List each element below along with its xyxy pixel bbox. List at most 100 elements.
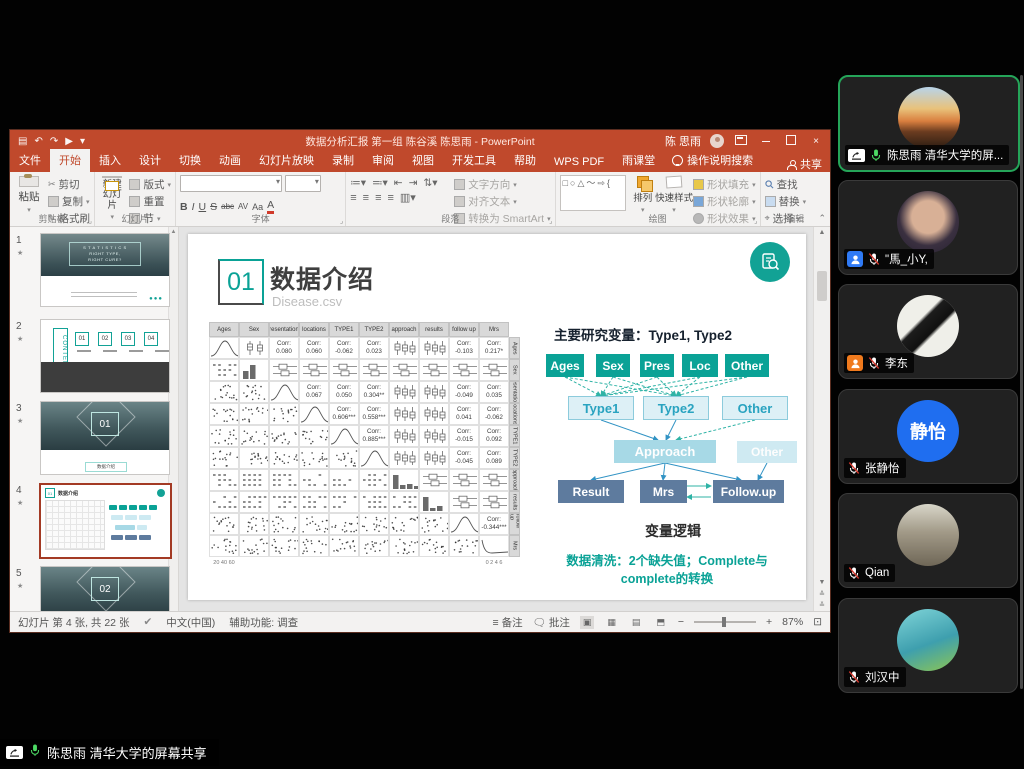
ribbon-tab-幻灯片放映[interactable]: 幻灯片放映 <box>250 149 323 172</box>
account-avatar[interactable] <box>710 134 724 148</box>
font-style-button-I[interactable]: I <box>192 201 195 213</box>
ribbon-tab-录制[interactable]: 录制 <box>323 149 363 172</box>
font-style-button-Aa[interactable]: Aa <box>252 202 263 212</box>
ribbon-tab-插入[interactable]: 插入 <box>90 149 130 172</box>
undo-icon[interactable]: ↶ <box>34 136 42 147</box>
zoom-in-icon[interactable]: + <box>766 616 772 628</box>
bullets-icon[interactable]: ≔▾ <box>350 177 366 189</box>
close-icon[interactable]: × <box>808 136 824 147</box>
fit-to-window-icon[interactable]: ⊡ <box>813 616 822 628</box>
font-style-button-abc[interactable]: abc <box>221 202 234 211</box>
ribbon-tab-动画[interactable]: 动画 <box>210 149 250 172</box>
zoom-out-icon[interactable]: − <box>678 616 684 628</box>
reset-button[interactable]: 重置 <box>129 194 171 209</box>
align-center-icon[interactable]: ≡ <box>363 192 369 204</box>
slide-thumbnail-3[interactable]: 01数据介绍 <box>40 401 170 475</box>
font-style-button-S[interactable]: S <box>210 201 217 213</box>
copy-button[interactable]: 复制▾ <box>48 194 90 209</box>
dialog-launcher-icon[interactable]: ⌟ <box>754 217 757 225</box>
slide-thumbnail-4[interactable]: 01数据介绍 <box>39 483 172 559</box>
indent-icon[interactable]: ⇥ <box>409 177 418 189</box>
slideshow-icon[interactable]: ▶ <box>65 136 73 147</box>
slide-thumbnail-2[interactable]: CONTENTS01020304 <box>40 319 170 393</box>
replace-button[interactable]: 替换▾ <box>765 194 807 209</box>
previous-slide-icon[interactable]: ≙ <box>814 590 830 598</box>
shape-fill-button[interactable]: 形状填充▾ <box>693 177 756 192</box>
sidebar-scrollbar[interactable] <box>1020 75 1023 689</box>
dialog-launcher-icon[interactable]: ⌟ <box>340 217 343 225</box>
normal-view-icon[interactable]: ▣ <box>580 616 595 629</box>
ribbon-tab-开始[interactable]: 开始 <box>50 149 90 172</box>
notes-button[interactable]: ≡ 备注 <box>493 615 523 630</box>
align-text-button[interactable]: 对齐文本▾ <box>454 194 550 209</box>
ribbon-tab-开发工具[interactable]: 开发工具 <box>443 149 505 172</box>
numbering-icon[interactable]: ≕▾ <box>372 177 388 189</box>
qat-customize-icon[interactable]: ▾ <box>80 136 85 147</box>
zoom-slider[interactable] <box>694 621 756 623</box>
share-button[interactable]: 共享 <box>787 156 822 172</box>
shapes-gallery[interactable]: □○△〜⇨{ <box>560 175 627 211</box>
new-slide-button[interactable]: 新建幻灯片▾ <box>99 175 125 214</box>
collapse-ribbon-icon[interactable]: ⌃ <box>818 213 826 224</box>
ribbon-display-icon[interactable] <box>733 135 749 148</box>
font-name-combobox[interactable] <box>180 175 282 192</box>
scroll-down-icon[interactable]: ▼ <box>814 579 830 586</box>
scrollbar-thumb[interactable] <box>817 271 827 301</box>
participant-tile-6[interactable]: 刘汉中 <box>838 598 1018 693</box>
font-style-button-B[interactable]: B <box>180 201 188 213</box>
columns-icon[interactable]: ▥▾ <box>400 191 416 204</box>
slide-thumbnail-1[interactable]: S T A T I S T I C SRIGHT TYPE,RIGHT CURE… <box>40 233 170 307</box>
quick-styles-button[interactable]: 快速样式▾ <box>659 175 689 214</box>
list-and-indent-buttons[interactable]: ≔▾ ≕▾ ⇤ ⇥ ⇅▾ <box>350 177 450 189</box>
align-left-icon[interactable]: ≡ <box>350 192 356 204</box>
line-spacing-icon[interactable]: ⇅▾ <box>423 177 437 189</box>
dialog-launcher-icon[interactable]: ⌟ <box>549 217 552 225</box>
ribbon-tab-切换[interactable]: 切换 <box>170 149 210 172</box>
language-indicator[interactable]: 中文(中国) <box>166 615 215 630</box>
comments-button[interactable]: 🗨 批注 <box>533 615 570 630</box>
tell-me-search[interactable]: 操作说明搜索 <box>664 152 761 172</box>
save-icon[interactable]: ▤ <box>18 136 27 147</box>
participant-tile-3[interactable]: 李东 <box>838 284 1018 379</box>
redo-icon[interactable]: ↷ <box>50 136 58 147</box>
slideshow-view-icon[interactable]: ⬒ <box>653 616 668 629</box>
font-style-button-AV[interactable]: AV <box>238 202 248 211</box>
alignment-buttons[interactable]: ≡ ≡ ≡ ≡ ▥▾ <box>350 191 450 204</box>
participant-tile-2[interactable]: "馬_小Y, <box>838 180 1018 275</box>
ribbon-tab-雨课堂[interactable]: 雨课堂 <box>613 149 664 172</box>
zoom-slider-thumb[interactable] <box>722 617 726 627</box>
ribbon-tab-WPS PDF[interactable]: WPS PDF <box>545 153 613 172</box>
ribbon-tab-文件[interactable]: 文件 <box>10 149 50 172</box>
participant-tile-5[interactable]: Qian <box>838 493 1018 588</box>
ribbon-tab-帮助[interactable]: 帮助 <box>505 149 545 172</box>
find-button[interactable]: 查找 <box>765 177 807 192</box>
paste-button[interactable]: 粘贴▾ <box>14 175 44 214</box>
spellcheck-icon[interactable]: ✔ <box>143 616 152 628</box>
scroll-up-icon[interactable]: ▲ <box>814 229 830 236</box>
slide-scrollbar[interactable]: ▲ ▼ ≙ ≚ <box>813 227 830 612</box>
dialog-launcher-icon[interactable]: ⌟ <box>89 217 92 225</box>
arrange-button[interactable]: 排列▾ <box>630 175 655 214</box>
font-style-button-U[interactable]: U <box>199 201 207 213</box>
ribbon-tab-设计[interactable]: 设计 <box>130 149 170 172</box>
align-right-icon[interactable]: ≡ <box>375 192 381 204</box>
ribbon-tab-视图[interactable]: 视图 <box>403 149 443 172</box>
slide-thumbnail-5[interactable]: 02分类方法 的模型分析 <box>40 566 170 612</box>
participant-tile-1[interactable]: 陈思雨 清华大学的屏... <box>838 75 1020 172</box>
shape-outline-button[interactable]: 形状轮廓▾ <box>693 194 756 209</box>
slide-sorter-view-icon[interactable]: ▦ <box>604 616 619 629</box>
accessibility-status[interactable]: 辅助功能: 调查 <box>229 615 298 630</box>
minimize-icon[interactable] <box>758 136 774 147</box>
next-slide-icon[interactable]: ≚ <box>814 601 830 609</box>
justify-icon[interactable]: ≡ <box>387 192 393 204</box>
outdent-icon[interactable]: ⇤ <box>394 177 403 189</box>
quick-access-toolbar[interactable]: ▤ ↶ ↷ ▶ ▾ <box>18 136 85 147</box>
restore-icon[interactable] <box>783 135 799 148</box>
font-size-combobox[interactable] <box>285 175 321 192</box>
layout-button[interactable]: 版式▾ <box>129 177 171 192</box>
participant-tile-4[interactable]: 静怡张静怡 <box>838 389 1018 484</box>
text-direction-button[interactable]: 文字方向▾ <box>454 177 550 192</box>
zoom-level[interactable]: 87% <box>782 616 803 628</box>
reading-view-icon[interactable]: ▤ <box>629 616 644 629</box>
cut-button[interactable]: ✂剪切 <box>48 177 90 192</box>
